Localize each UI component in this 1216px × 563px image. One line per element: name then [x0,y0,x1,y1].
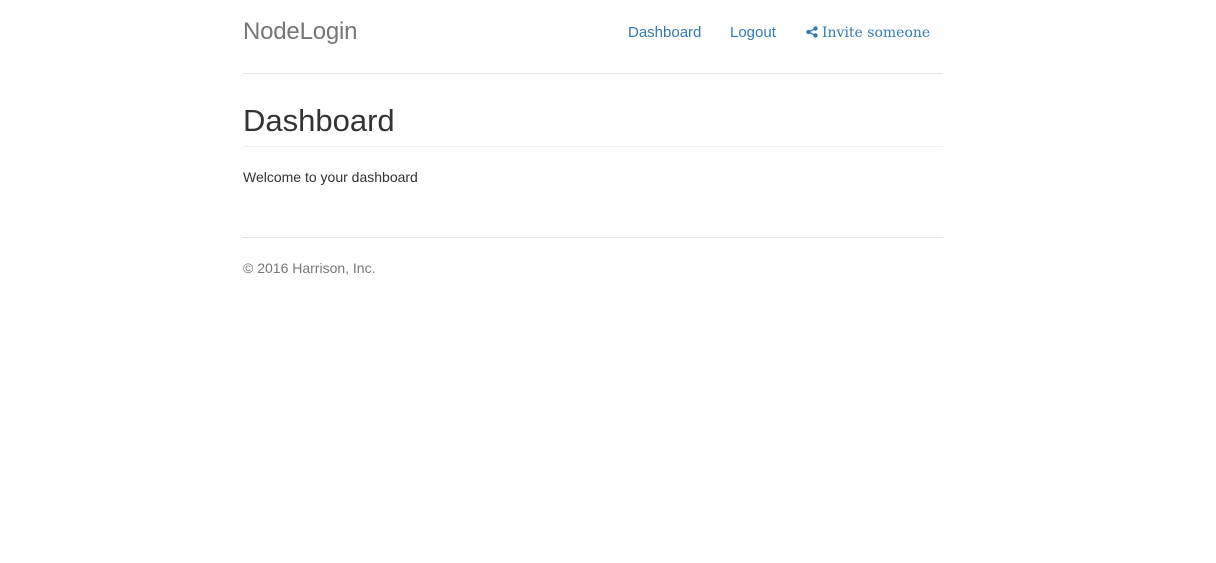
nav-logout-link[interactable]: Logout [730,22,776,44]
page-title: Dashboard [243,103,943,147]
brand-link[interactable]: NodeLogin [243,17,358,47]
nav-invite-label: Invite someone [822,25,931,41]
footer: © 2016 Harrison, Inc. [242,237,943,276]
share-icon [806,26,818,38]
header: NodeLogin Dashboard Logout Invite someon… [243,0,943,74]
page-container: NodeLogin Dashboard Logout Invite someon… [242,0,943,276]
footer-copyright: © 2016 Harrison, Inc. [243,260,376,276]
welcome-text: Welcome to your dashboard [243,169,418,185]
nav-invite-link[interactable]: Invite someone [806,22,930,44]
nav-dashboard-link[interactable]: Dashboard [628,22,701,44]
